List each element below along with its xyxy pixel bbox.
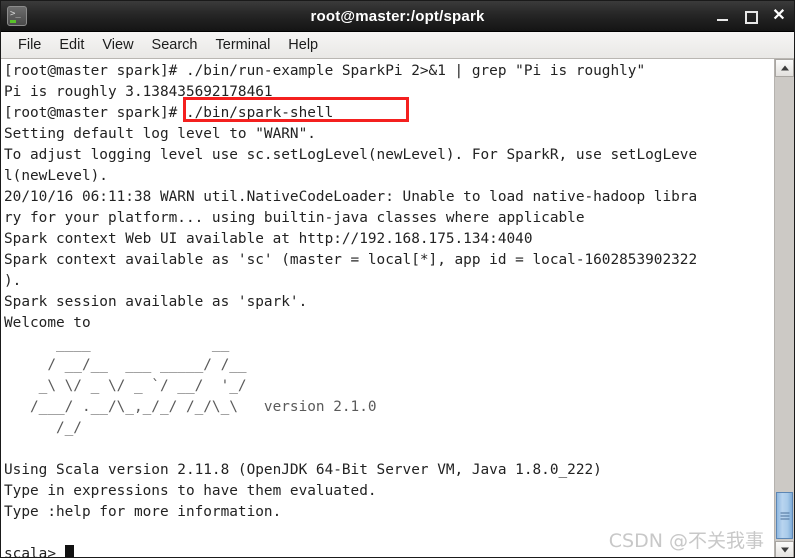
terminal-text: [root@master spark]# ./bin/run-example S…: [4, 61, 774, 558]
terminal-line: Pi is roughly 3.138435692178461: [4, 84, 273, 100]
terminal-line: ).: [4, 273, 22, 289]
menu-item-search[interactable]: Search: [143, 34, 207, 56]
block-cursor: [64, 545, 74, 557]
close-icon[interactable]: ✕: [772, 8, 786, 24]
menu-item-view[interactable]: View: [93, 34, 142, 56]
menu-bar: File Edit View Search Terminal Help: [1, 32, 794, 59]
terminal-line: Welcome to: [4, 315, 91, 331]
menu-item-edit[interactable]: Edit: [50, 34, 93, 56]
terminal-line: / __/__ ___ _____/ /__: [4, 357, 247, 373]
menu-item-file[interactable]: File: [9, 34, 50, 56]
terminal-line: Type in expressions to have them evaluat…: [4, 483, 377, 499]
window-controls: ✕: [716, 1, 786, 31]
terminal-icon: [7, 6, 27, 26]
terminal-line: Spark context available as 'sc' (master …: [4, 252, 698, 268]
menu-item-help[interactable]: Help: [279, 34, 327, 56]
terminal-line: ry for your platform... using builtin-ja…: [4, 210, 585, 226]
terminal-line: ____ __: [4, 336, 230, 352]
terminal-line: /___/ .__/\_,_/_/ /_/\_\ version 2.1.0: [4, 399, 377, 415]
terminal-line: l(newLevel).: [4, 168, 108, 184]
maximize-icon[interactable]: [744, 9, 758, 24]
terminal-output-area[interactable]: [root@master spark]# ./bin/run-example S…: [1, 59, 774, 558]
scroll-thumb[interactable]: [776, 492, 793, 539]
scroll-down-icon[interactable]: [775, 541, 794, 557]
terminal-line: Spark session available as 'spark'.: [4, 294, 308, 310]
terminal-body: [root@master spark]# ./bin/run-example S…: [1, 59, 794, 558]
scrollbar-track[interactable]: [775, 77, 794, 541]
terminal-line: Spark context Web UI available at http:/…: [4, 231, 533, 247]
terminal-window: root@master:/opt/spark ✕ File Edit View …: [0, 0, 795, 558]
title-bar: root@master:/opt/spark ✕: [1, 1, 794, 32]
scroll-up-icon[interactable]: [775, 59, 794, 77]
terminal-line: To adjust logging level use sc.setLogLev…: [4, 147, 698, 163]
terminal-line: [root@master spark]# ./bin/run-example S…: [4, 63, 646, 79]
menu-item-terminal[interactable]: Terminal: [207, 34, 280, 56]
terminal-line: _\ \/ _ \/ _ `/ __/ '_/: [4, 378, 247, 394]
terminal-line: /_/: [4, 420, 82, 436]
terminal-line: Setting default log level to "WARN".: [4, 126, 316, 142]
window-title: root@master:/opt/spark: [310, 7, 485, 25]
terminal-line: [root@master spark]# ./bin/spark-shell: [4, 105, 334, 121]
terminal-line: Type :help for more information.: [4, 504, 282, 520]
vertical-scrollbar[interactable]: [774, 59, 794, 557]
minimize-icon[interactable]: [716, 9, 730, 23]
terminal-line: scala>: [4, 546, 65, 558]
terminal-line: Using Scala version 2.11.8 (OpenJDK 64-B…: [4, 462, 602, 478]
terminal-line: 20/10/16 06:11:38 WARN util.NativeCodeLo…: [4, 189, 698, 205]
